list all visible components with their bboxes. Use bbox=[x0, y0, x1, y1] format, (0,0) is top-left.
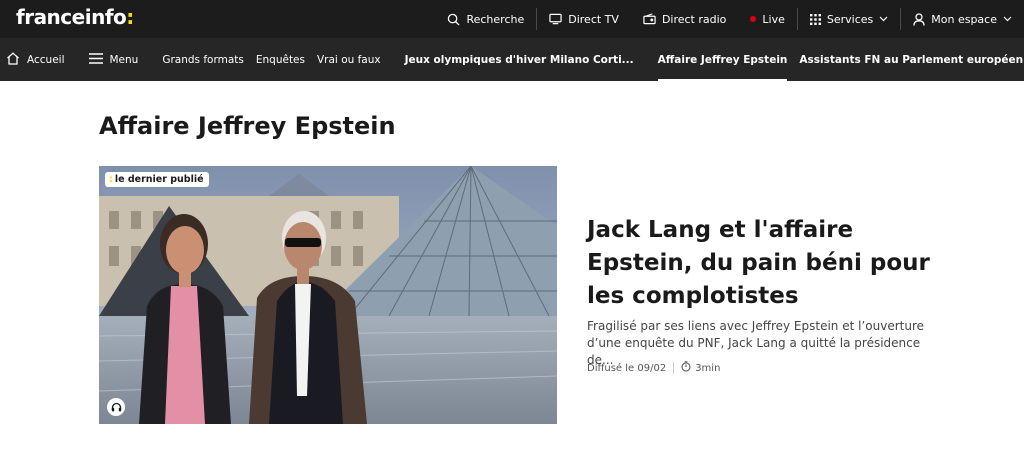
account-label: Mon espace bbox=[931, 12, 997, 26]
menu-button[interactable]: Menu bbox=[83, 38, 145, 81]
badge-mark: : bbox=[109, 174, 113, 185]
featured-article-headline[interactable]: Jack Lang et l'affaire Epstein, du pain … bbox=[587, 214, 947, 313]
live-link[interactable]: Live bbox=[738, 7, 796, 31]
badge-label: le dernier publié bbox=[114, 174, 204, 185]
louvre-photo bbox=[99, 166, 557, 424]
franceinfo-logo[interactable]: franceinfo: bbox=[16, 5, 134, 29]
latest-published-badge: : le dernier publié bbox=[105, 172, 209, 187]
top-bar: franceinfo: Recherche Direct TV Direct r… bbox=[0, 0, 1024, 38]
hamburger-icon bbox=[88, 52, 103, 67]
stopwatch-icon bbox=[681, 361, 691, 375]
home-link[interactable]: Accueil bbox=[0, 38, 71, 81]
direct-tv-link[interactable]: Direct TV bbox=[537, 7, 631, 31]
article-meta: Diffusé le 09/02 3min bbox=[587, 361, 720, 375]
menu-label: Menu bbox=[109, 53, 139, 66]
radio-icon bbox=[643, 13, 656, 25]
page-title: Affaire Jeffrey Epstein bbox=[99, 112, 396, 140]
direct-radio-label: Direct radio bbox=[661, 12, 727, 26]
search-icon bbox=[447, 13, 460, 26]
nav-link-enquetes[interactable]: Enquêtes bbox=[250, 38, 311, 81]
featured-article-image[interactable]: : le dernier publié bbox=[99, 166, 557, 424]
search-label: Recherche bbox=[466, 12, 525, 26]
nav-link-vrai-ou-faux[interactable]: Vrai ou faux bbox=[311, 38, 387, 81]
tv-icon bbox=[549, 13, 562, 25]
services-button[interactable]: Services bbox=[798, 7, 900, 31]
duration-label: 3min bbox=[695, 362, 721, 374]
chevron-down-icon bbox=[879, 16, 888, 22]
live-dot-icon bbox=[750, 16, 757, 22]
live-label: Live bbox=[762, 12, 785, 26]
direct-tv-label: Direct TV bbox=[568, 12, 619, 26]
account-button[interactable]: Mon espace bbox=[901, 7, 1024, 31]
services-label: Services bbox=[826, 12, 874, 26]
main-nav: Accueil Menu Grands formats Enquêtes Vra… bbox=[0, 38, 1024, 81]
published-date: Diffusé le 09/02 bbox=[587, 362, 667, 374]
duration: 3min bbox=[681, 361, 720, 375]
top-nav: Recherche Direct TV Direct radio Live Se… bbox=[435, 0, 1024, 38]
divider bbox=[673, 362, 675, 374]
grid-icon bbox=[809, 13, 821, 25]
direct-radio-link[interactable]: Direct radio bbox=[631, 7, 738, 31]
nav-link-grands-formats[interactable]: Grands formats bbox=[156, 38, 250, 81]
headphones-icon[interactable] bbox=[107, 398, 125, 416]
logo-colon: : bbox=[126, 5, 134, 29]
search-button[interactable]: Recherche bbox=[435, 7, 536, 31]
topic-assistants-fn[interactable]: Assistants FN au Parlement européen bbox=[793, 38, 1024, 81]
chevron-down-icon bbox=[1003, 16, 1012, 22]
logo-text: franceinfo bbox=[16, 5, 127, 29]
topic-affaire-epstein[interactable]: Affaire Jeffrey Epstein bbox=[652, 38, 794, 81]
topic-jeux-olympiques[interactable]: Jeux olympiques d'hiver Milano Corti... bbox=[399, 38, 640, 81]
user-icon bbox=[913, 12, 925, 26]
home-icon bbox=[6, 51, 20, 68]
home-label: Accueil bbox=[27, 53, 65, 66]
